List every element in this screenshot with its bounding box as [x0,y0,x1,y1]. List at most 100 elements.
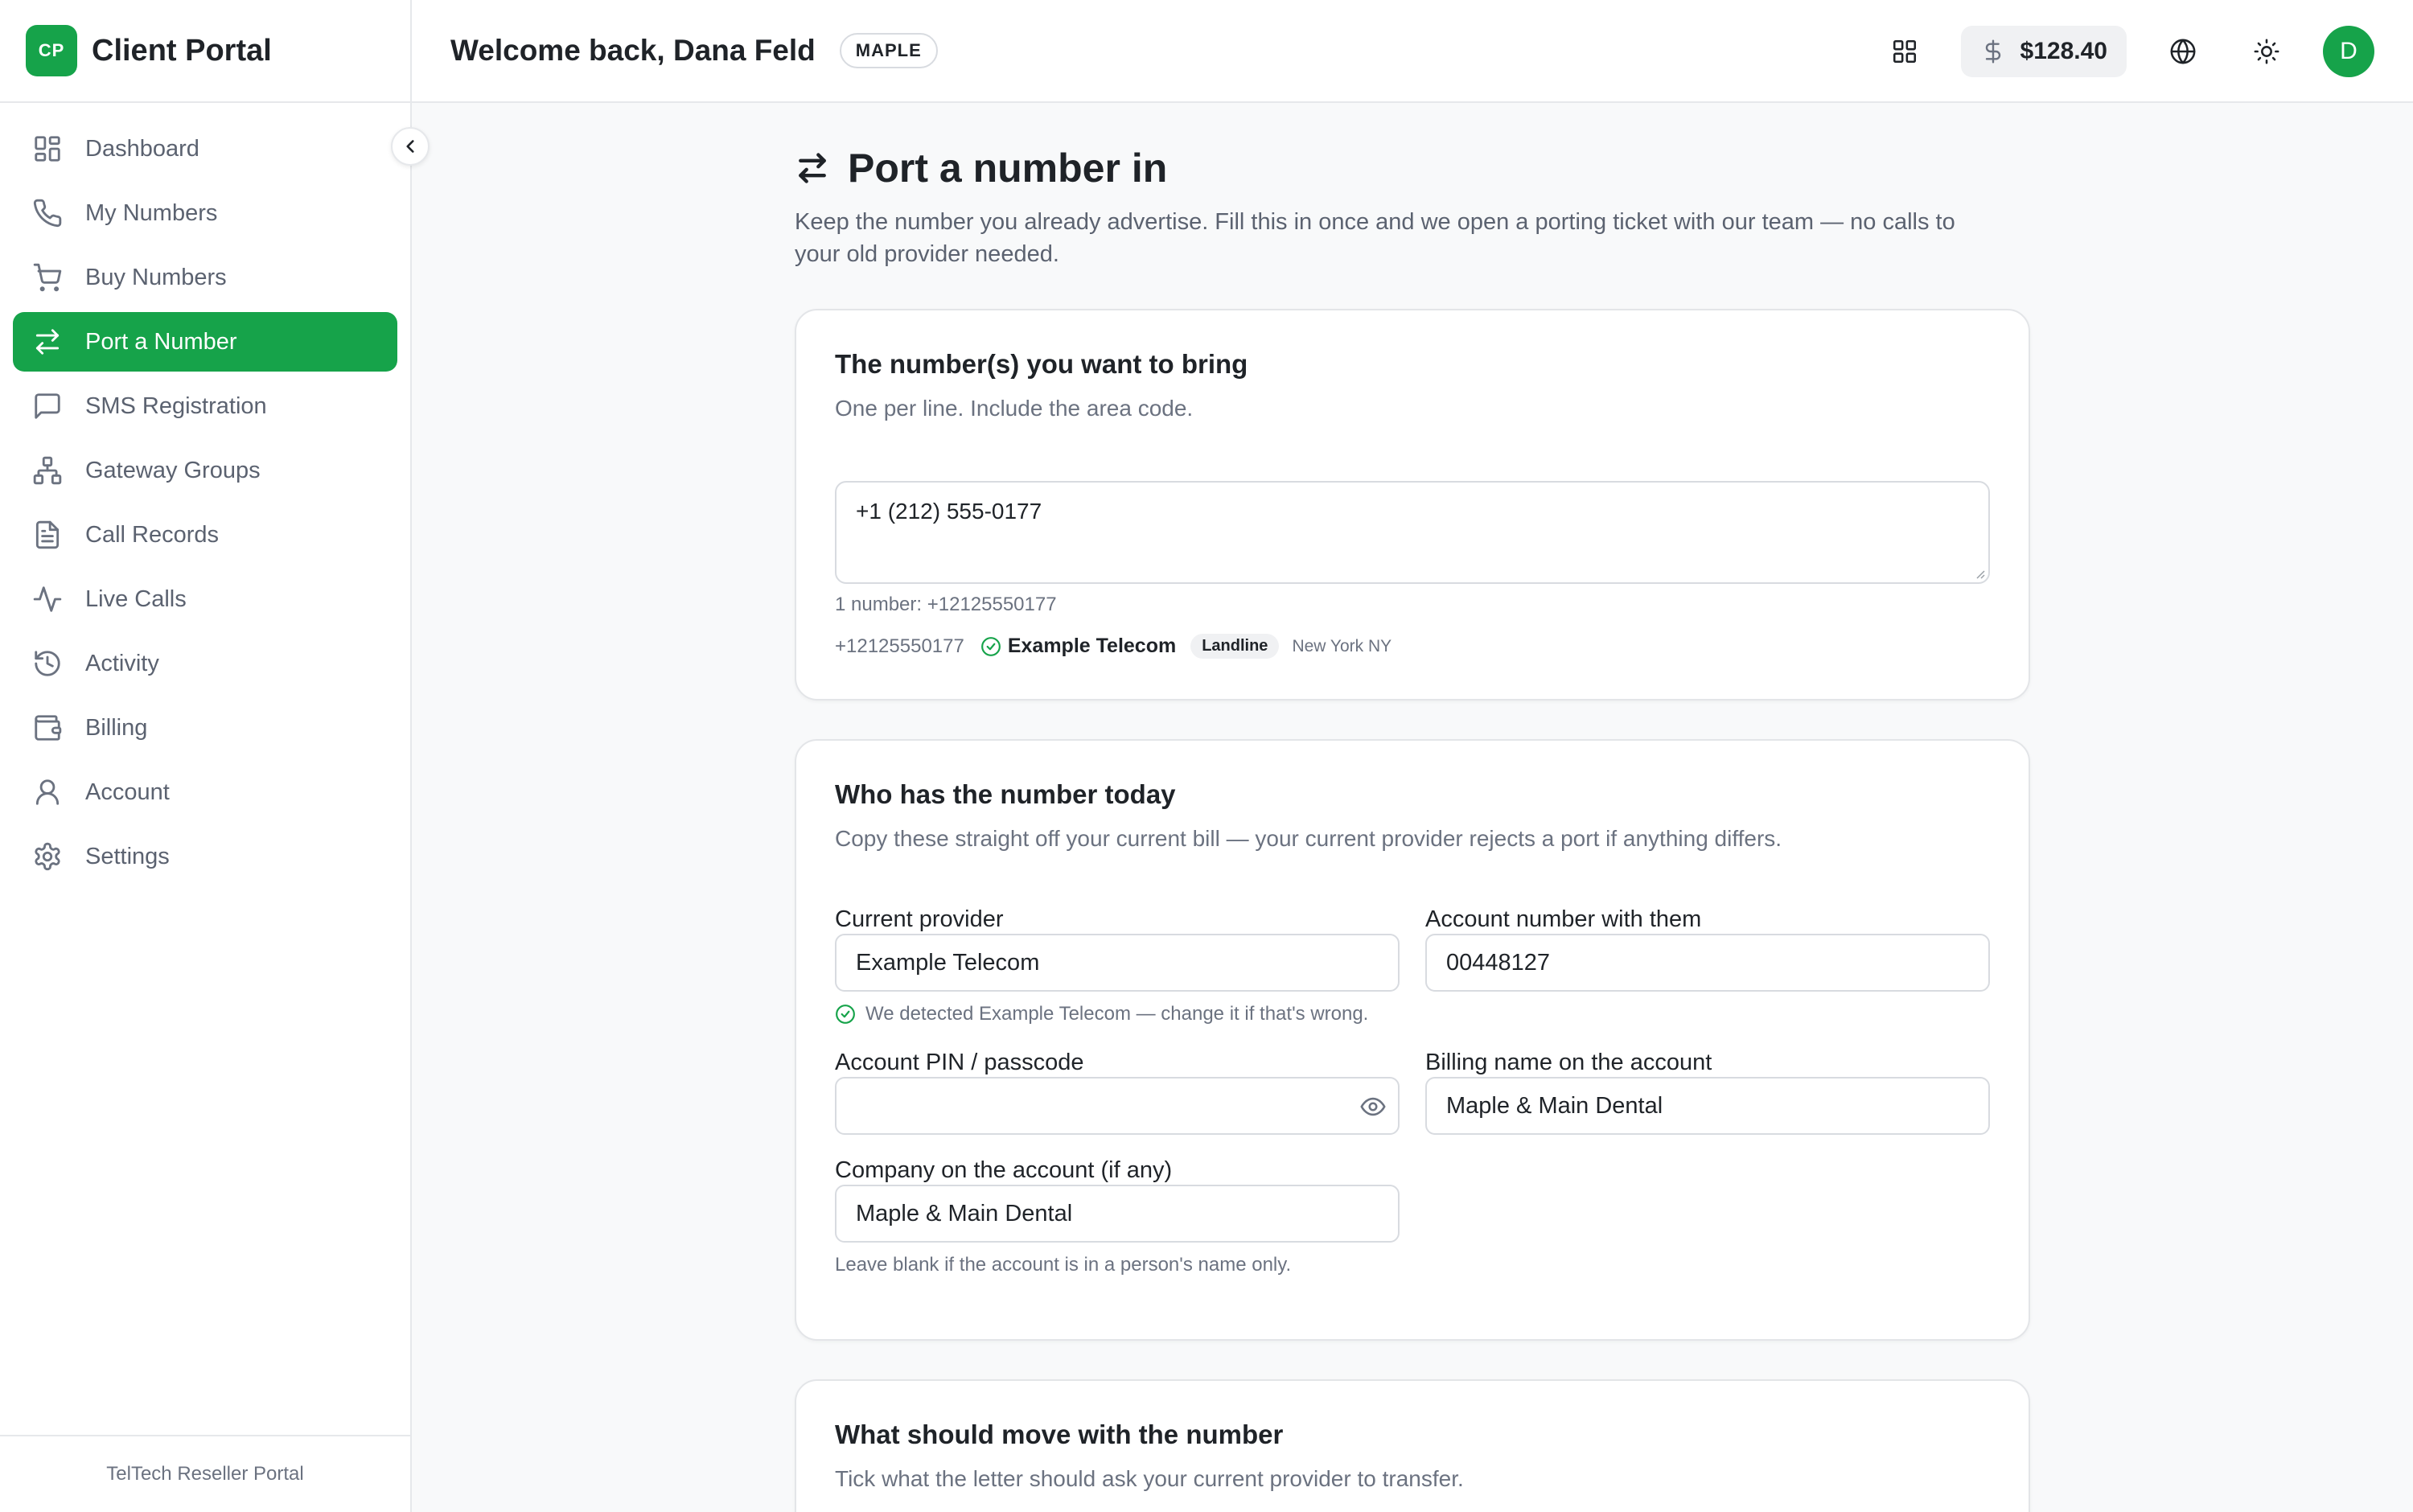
sidebar-item-label: My Numbers [85,199,218,226]
number-count-hint: 1 number: +12125550177 [835,594,1057,615]
sidebar-item-label: Live Calls [85,585,187,612]
numbers-textarea-value: +1 (212) 555-0177 [856,499,1042,524]
detected-location: New York NY [1292,636,1392,655]
account-number-input[interactable]: 00448127 [1425,934,1990,992]
cart-icon [33,263,62,292]
field-label: Billing name on the account [1425,1050,1712,1075]
billing-name-input[interactable]: Maple & Main Dental [1425,1077,1990,1135]
page-subtitle: Keep the number you already advertise. F… [795,209,1955,267]
sidebar-item-label: Gateway Groups [85,457,261,483]
field-label: Account PIN / passcode [835,1050,1084,1075]
sidebar-item-label: Settings [85,843,170,869]
apps-grid-icon [1893,39,1916,64]
sidebar-item-dashboard[interactable]: Dashboard [13,119,397,179]
sidebar-item-account[interactable]: Account [13,762,397,822]
sidebar: CP Client Portal Dashboard My Numbers Bu… [0,0,412,1512]
pin-input[interactable] [835,1077,1400,1135]
sidebar-footer: TelTech Reseller Portal [0,1435,410,1512]
swap-arrows-icon [799,153,826,183]
input-value: Maple & Main Dental [1446,1092,1663,1119]
page-title-row: Port a number in [795,145,2030,191]
brand-name: Client Portal [92,33,272,68]
balance-amount: $128.40 [2020,38,2107,64]
sidebar-item-billing[interactable]: Billing [13,698,397,758]
avatar[interactable]: D [2323,26,2374,77]
sidebar-nav: Dashboard My Numbers Buy Numbers Port a … [0,103,410,907]
language-button[interactable] [2157,26,2209,77]
brand[interactable]: CP Client Portal [0,0,410,103]
numbers-card: The number(s) you want to bring One per … [795,309,2030,701]
dollar-icon [1985,39,2000,64]
phone-icon [33,199,62,228]
card-title: Who has the number today [835,779,1176,809]
detected-number-row: +12125550177 Example Telecom Landline Ne… [835,634,1990,699]
history-icon [35,651,60,676]
owner-form-grid: Current provider Example Telecom We dete… [835,905,1990,1339]
card-title: What should move with the number [835,1420,1284,1449]
company-input[interactable]: Maple & Main Dental [835,1185,1400,1243]
help-text: We detected Example Telecom — change it … [865,1003,1369,1025]
card-title: The number(s) you want to bring [835,349,1248,379]
sidebar-item-my-numbers[interactable]: My Numbers [13,183,397,243]
globe-icon [2170,39,2196,64]
move-card: What should move with the number Tick wh… [795,1379,2030,1512]
field-label: Current provider [835,906,1004,932]
gear-icon [35,842,60,871]
sidebar-item-sms-registration[interactable]: SMS Registration [13,376,397,436]
sidebar-item-call-records[interactable]: Call Records [13,505,397,565]
top-header: Welcome back, Dana Feld MAPLE $128.40 D [412,0,2413,103]
pin-field: Account PIN / passcode [835,1048,1400,1135]
input-value: Maple & Main Dental [856,1200,1073,1226]
apps-button[interactable] [1879,26,1930,77]
field-label: Account number with them [1425,906,1702,932]
line-type-badge: Landline [1190,634,1280,659]
swap-arrows-icon [35,329,60,355]
current-provider-input[interactable]: Example Telecom [835,934,1400,992]
sidebar-item-label: Port a Number [85,328,237,355]
user-icon [35,779,60,805]
brand-logo: CP [26,25,77,76]
sidebar-item-label: Activity [85,650,159,676]
welcome-title: Welcome back, Dana Feld [450,34,816,67]
company-field: Company on the account (if any) Maple & … [835,1156,1400,1278]
collapse-sidebar-button[interactable] [391,127,430,166]
main-content: Port a number in Keep the number you alr… [795,103,2030,1512]
eye-icon [1360,1097,1386,1116]
field-label: Company on the account (if any) [835,1157,1173,1183]
sidebar-item-gateway-groups[interactable]: Gateway Groups [13,441,397,500]
numbers-textarea[interactable]: +1 (212) 555-0177 [835,481,1990,584]
field-help: Leave blank if the account is in a perso… [835,1252,1400,1278]
help-text: Leave blank if the account is in a perso… [835,1254,1292,1276]
sidebar-item-activity[interactable]: Activity [13,634,397,693]
header-actions: $128.40 D [1879,0,2374,103]
sidebar-item-buy-numbers[interactable]: Buy Numbers [13,248,397,307]
sidebar-item-port-a-number[interactable]: Port a Number [13,312,397,372]
show-pin-button[interactable] [1359,1093,1387,1120]
theme-toggle-button[interactable] [2241,26,2292,77]
wallet-icon [35,715,62,741]
message-icon [35,393,60,419]
sidebar-item-label: SMS Registration [85,392,267,419]
detected-number: +12125550177 [835,635,964,657]
resize-grip-icon[interactable] [1972,566,1985,579]
current-provider-field: Current provider Example Telecom We dete… [835,905,1400,1027]
activity-wave-icon [33,586,62,612]
check-circle-icon [836,1005,855,1024]
chevron-left-icon [406,140,414,153]
sidebar-item-label: Dashboard [85,135,199,162]
input-value: Example Telecom [856,949,1040,976]
network-icon [33,456,62,485]
card-description: Copy these straight off your current bil… [835,826,1782,851]
balance-button[interactable]: $128.40 [1960,26,2127,77]
sidebar-item-live-calls[interactable]: Live Calls [13,569,397,629]
sidebar-item-label: Call Records [85,521,219,548]
sidebar-item-settings[interactable]: Settings [13,827,397,886]
field-help: We detected Example Telecom — change it … [835,1001,1400,1027]
owner-card: Who has the number today Copy these stra… [795,739,2030,1341]
sun-icon [2254,39,2279,64]
billing-name-field: Billing name on the account Maple & Main… [1425,1048,1990,1135]
sidebar-item-label: Account [85,779,170,805]
document-icon [35,520,60,549]
card-description: One per line. Include the area code. [835,396,1194,421]
detected-carrier: Example Telecom [1007,635,1177,657]
